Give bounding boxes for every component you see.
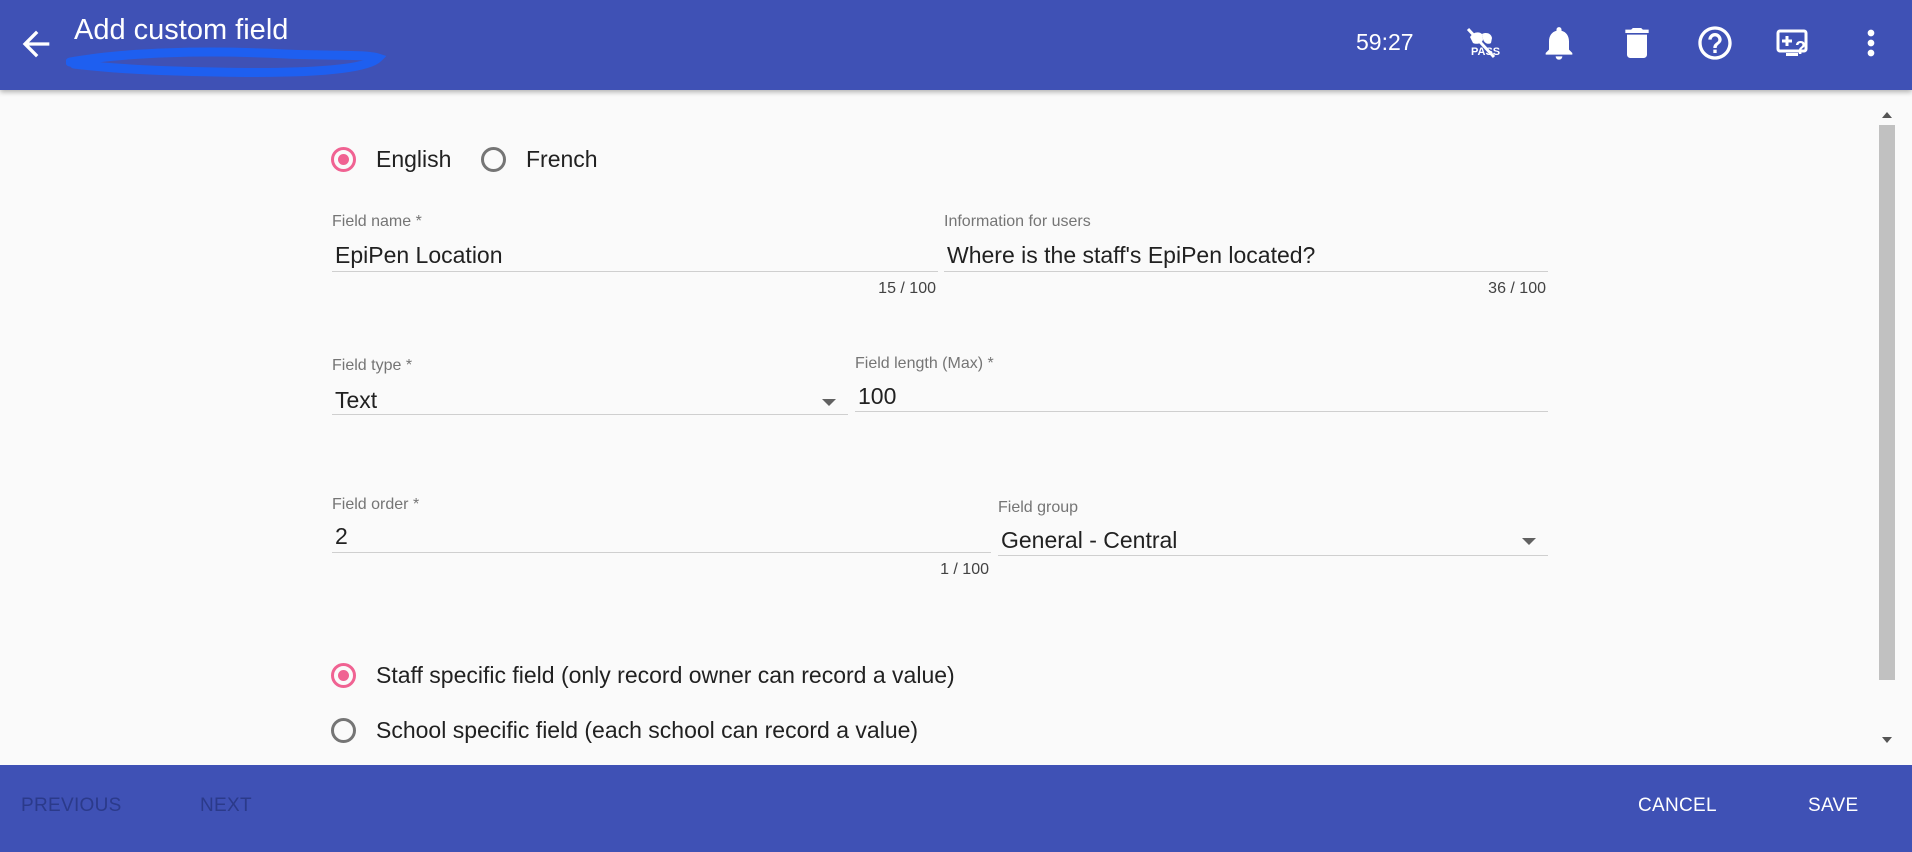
vertical-scrollbar[interactable] xyxy=(1876,103,1896,753)
pass-off-icon: PASS xyxy=(1466,27,1500,59)
field-group-underline xyxy=(998,555,1548,556)
arrow-left-icon xyxy=(22,30,50,58)
more-vert-icon xyxy=(1867,29,1875,57)
field-name-underline xyxy=(332,271,938,272)
field-length-label: Field length (Max) * xyxy=(855,355,994,372)
field-order-label: Field order * xyxy=(332,496,420,513)
chevron-down-icon xyxy=(822,399,836,406)
scroll-thumb[interactable] xyxy=(1879,125,1895,680)
radio-french[interactable]: French xyxy=(481,146,598,173)
field-order-counter: 1 / 100 xyxy=(940,561,989,578)
app-bar: Add custom field 59:27 PASS ? xyxy=(0,0,1912,90)
help-button[interactable] xyxy=(1695,23,1735,63)
session-timer: 59:27 xyxy=(1356,29,1414,55)
back-button[interactable] xyxy=(16,24,56,64)
help-icon xyxy=(1698,26,1732,60)
more-options-button[interactable] xyxy=(1851,23,1891,63)
field-name-value: EpiPen Location xyxy=(335,242,503,268)
field-order-underline xyxy=(332,552,991,553)
information-value: Where is the staff's EpiPen located? xyxy=(947,242,1316,268)
trash-icon xyxy=(1625,28,1649,58)
field-order-value: 2 xyxy=(335,523,348,549)
bell-icon xyxy=(1545,27,1573,60)
field-length-input[interactable]: Field length (Max) * 100 xyxy=(855,355,1548,415)
field-name-label: Field name * xyxy=(332,213,422,230)
field-group-select[interactable]: Field group General - Central xyxy=(998,499,1548,559)
svg-text:?: ? xyxy=(1795,38,1806,58)
radio-label-school-specific: School specific field (each school can r… xyxy=(376,717,919,743)
field-type-value: Text xyxy=(335,387,378,413)
information-label: Information for users xyxy=(944,213,1091,230)
scroll-down-icon[interactable] xyxy=(1882,737,1892,743)
radio-unchecked-icon xyxy=(481,147,506,172)
radio-staff-specific[interactable]: Staff specific field (only record owner … xyxy=(331,662,955,689)
information-input[interactable]: Information for users Where is the staff… xyxy=(944,213,1548,297)
field-type-underline xyxy=(332,414,848,415)
radio-unchecked-icon xyxy=(331,718,356,743)
field-group-label: Field group xyxy=(998,499,1079,516)
field-type-label: Field type * xyxy=(332,357,413,374)
radio-label-staff-specific: Staff specific field (only record owner … xyxy=(376,662,955,688)
bottom-action-bar: PREVIOUS NEXT CANCEL SAVE xyxy=(0,765,1912,852)
radio-label-english: English xyxy=(376,146,452,172)
radio-checked-icon xyxy=(331,663,356,688)
field-name-input[interactable]: Field name * EpiPen Location 15 / 100 xyxy=(332,213,938,297)
notifications-button[interactable] xyxy=(1539,23,1579,63)
radio-english[interactable]: English xyxy=(331,146,451,173)
cancel-button[interactable]: CANCEL xyxy=(1638,795,1717,817)
radio-school-specific[interactable]: School specific field (each school can r… xyxy=(331,717,918,744)
field-group-value: General - Central xyxy=(1001,527,1178,553)
previous-button[interactable]: PREVIOUS xyxy=(21,795,122,817)
information-underline xyxy=(944,271,1548,272)
information-counter: 36 / 100 xyxy=(1488,280,1546,297)
field-length-underline xyxy=(855,411,1548,412)
pass-off-button[interactable]: PASS xyxy=(1461,23,1501,63)
field-order-input[interactable]: Field order * 2 1 / 100 xyxy=(332,496,991,586)
field-name-counter: 15 / 100 xyxy=(878,280,936,297)
next-button[interactable]: NEXT xyxy=(200,795,252,817)
delete-button[interactable] xyxy=(1617,23,1657,63)
redaction-scribble xyxy=(66,47,386,77)
form-content: English French Field name * EpiPen Locat… xyxy=(0,90,1876,765)
field-type-select[interactable]: Field type * Text xyxy=(332,357,848,417)
field-length-value: 100 xyxy=(858,383,897,409)
radio-label-french: French xyxy=(526,146,598,172)
save-button[interactable]: SAVE xyxy=(1808,795,1858,817)
screen-help-button[interactable]: ? xyxy=(1773,23,1813,63)
chevron-down-icon xyxy=(1522,538,1536,545)
scroll-up-icon[interactable] xyxy=(1882,112,1892,118)
screen-help-icon: ? xyxy=(1776,29,1808,58)
radio-checked-icon xyxy=(331,147,356,172)
